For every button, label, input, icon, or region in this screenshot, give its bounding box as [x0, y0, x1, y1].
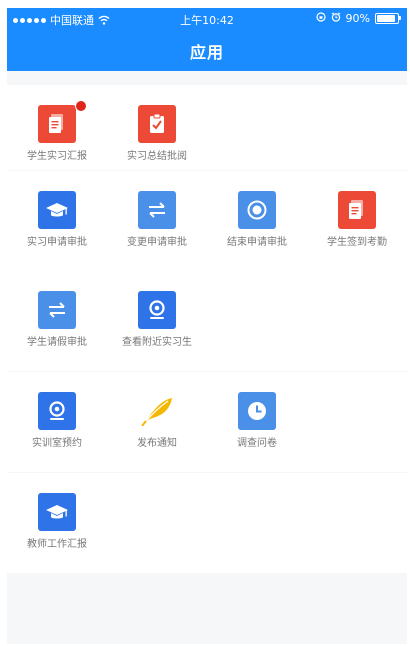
app-item[interactable]: 实习总结批阅 [107, 85, 207, 185]
battery-percent: 90% [345, 12, 370, 25]
app-label: 实训室预约 [32, 438, 82, 449]
feather-icon [138, 392, 176, 430]
document-icon [38, 105, 76, 143]
app-grid: 实习申请审批 变更申请审批 结束申请审批 学生签到考勤学生请假审批 查看附近实习生 [7, 171, 407, 371]
app-item[interactable]: 发布通知 [107, 372, 207, 472]
app-item[interactable]: 实训室预约 [7, 372, 107, 472]
app-item[interactable]: 调查问卷 [207, 372, 307, 472]
app-label: 学生签到考勤 [327, 237, 387, 248]
rotation-lock-icon [315, 12, 326, 25]
app-grid: 教师工作汇报 [7, 473, 407, 573]
app-item[interactable]: 学生请假审批 [7, 271, 107, 371]
app-label: 发布通知 [137, 438, 177, 449]
app-grid: 实训室预约 发布通知 调查问卷 [7, 372, 407, 472]
app-label: 变更申请审批 [127, 237, 187, 248]
app-grid: 学生实习汇报 实习总结批阅 [7, 85, 407, 185]
check-clipboard-icon [138, 105, 176, 143]
graduation-cap-icon [38, 493, 76, 531]
battery-icon [375, 13, 401, 24]
app-label: 结束申请审批 [227, 237, 287, 248]
graduation-cap-icon [38, 191, 76, 229]
section-reports: 学生实习汇报 实习总结批阅 [7, 85, 407, 170]
app-item[interactable]: 学生签到考勤 [307, 171, 407, 271]
app-label: 教师工作汇报 [27, 539, 87, 550]
target-icon [238, 191, 276, 229]
app-label: 实习总结批阅 [127, 151, 187, 162]
app-label: 调查问卷 [237, 438, 277, 449]
status-right: 90% [315, 12, 401, 25]
app-label: 学生实习汇报 [27, 151, 87, 162]
swap-arrows-icon [138, 191, 176, 229]
app-label: 查看附近实习生 [122, 337, 192, 348]
section-teacher: 教师工作汇报 [7, 473, 407, 573]
app-item[interactable]: 实习申请审批 [7, 171, 107, 271]
location-pin-icon [138, 291, 176, 329]
app-screen: 中国联通 上午10:42 90% 应用 学生实习汇报 实习总结批阅 实习申请审批… [7, 8, 407, 644]
section-services: 实训室预约 发布通知 调查问卷 [7, 372, 407, 472]
app-item[interactable]: 教师工作汇报 [7, 473, 107, 573]
app-item[interactable]: 查看附近实习生 [107, 271, 207, 371]
alarm-icon [331, 12, 341, 25]
app-item[interactable]: 结束申请审批 [207, 171, 307, 271]
location-pin-icon [38, 392, 76, 430]
app-item[interactable]: 学生实习汇报 [7, 85, 107, 185]
notification-badge [75, 100, 87, 112]
app-label: 学生请假审批 [27, 337, 87, 348]
nav-bar: 应用 [7, 30, 407, 71]
status-bar: 中国联通 上午10:42 90% [7, 8, 407, 30]
page-title: 应用 [189, 42, 224, 62]
swap-arrows-icon [38, 291, 76, 329]
document-icon [338, 191, 376, 229]
clock-icon [238, 392, 276, 430]
section-approvals: 实习申请审批 变更申请审批 结束申请审批 学生签到考勤学生请假审批 查看附近实习生 [7, 171, 407, 371]
app-item[interactable]: 变更申请审批 [107, 171, 207, 271]
app-label: 实习申请审批 [27, 237, 87, 248]
